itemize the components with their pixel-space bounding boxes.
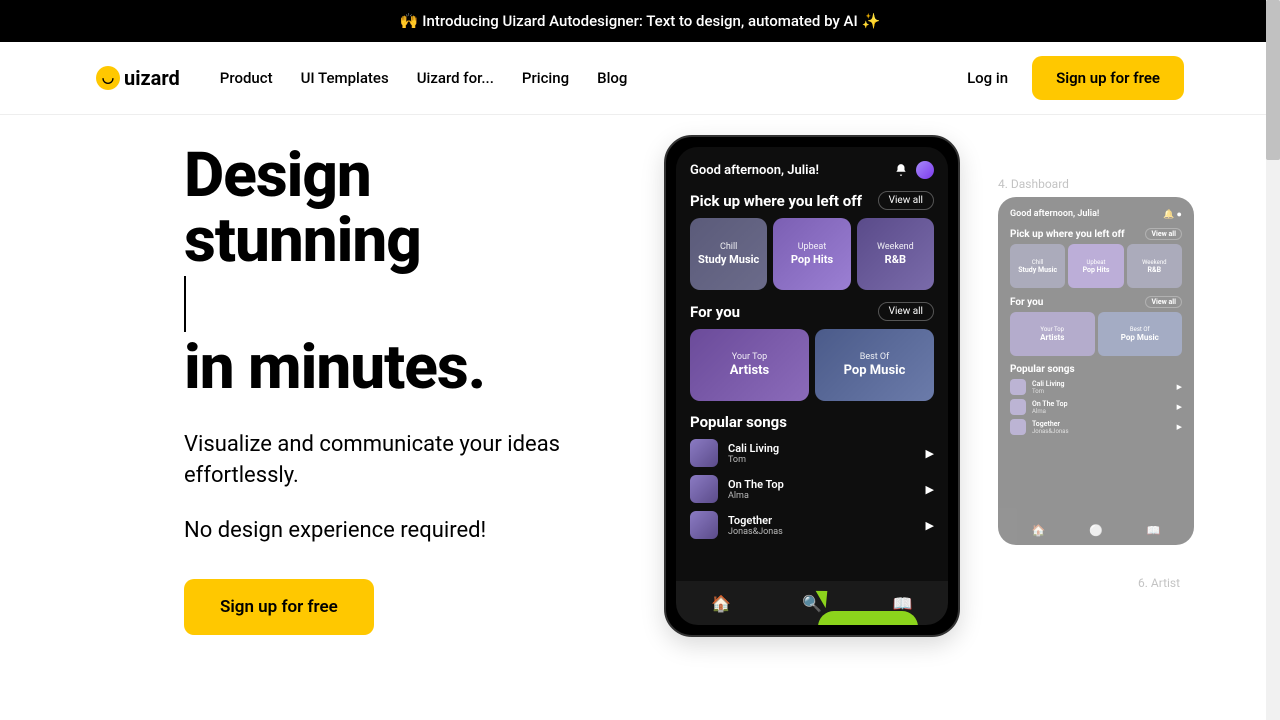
bell-icon bbox=[894, 163, 908, 177]
pickup-cards: ChillStudy Music UpbeatPop Hits WeekendR… bbox=[690, 218, 934, 290]
home-icon[interactable]: 🏠 bbox=[711, 594, 731, 613]
nav-blog[interactable]: Blog bbox=[597, 69, 627, 87]
play-icon: ▶ bbox=[1177, 403, 1182, 411]
user-tag bbox=[818, 611, 918, 625]
play-icon: ▶ bbox=[1177, 423, 1182, 431]
sp-bottom-nav: 🏠 ⚪ 📖 bbox=[1010, 524, 1182, 537]
sp-icons: 🔔 ● bbox=[1163, 209, 1182, 220]
nav-templates[interactable]: UI Templates bbox=[301, 69, 389, 87]
sp-cards3: ChillStudy Music UpbeatPop Hits WeekendR… bbox=[1010, 244, 1182, 288]
sketch-area: 4. Dashboard Good afternoon, Julia!🔔 ● P… bbox=[998, 135, 1184, 637]
sp-card: UpbeatPop Hits bbox=[1068, 244, 1123, 288]
foryou-title: For you bbox=[690, 303, 740, 321]
card-pop[interactable]: UpbeatPop Hits bbox=[773, 218, 850, 290]
logo-text: uizard bbox=[124, 66, 180, 90]
login-link[interactable]: Log in bbox=[967, 69, 1008, 87]
foryou-cards: Your TopArtists Best OfPop Music bbox=[690, 329, 934, 401]
song-text: Cali LivingTom bbox=[728, 442, 916, 465]
sp-card2: Best OfPop Music bbox=[1098, 312, 1183, 356]
play-icon[interactable]: ▶ bbox=[926, 483, 934, 496]
sketch-phone: Good afternoon, Julia!🔔 ● Pick up where … bbox=[998, 197, 1194, 545]
typing-cursor-icon bbox=[184, 276, 186, 332]
song-text: TogetherJonas&Jonas bbox=[728, 514, 916, 537]
scroll-thumb[interactable] bbox=[1266, 0, 1280, 160]
nav-right: Log in Sign up for free bbox=[967, 56, 1184, 100]
hero-title-line3: in minutes. bbox=[184, 335, 604, 400]
logo-icon: ◡ bbox=[96, 66, 120, 90]
sp-cards2: Your TopArtists Best OfPop Music bbox=[1010, 312, 1182, 356]
play-icon[interactable]: ▶ bbox=[926, 519, 934, 532]
hero-subtitle-1: Visualize and communicate your ideas eff… bbox=[184, 430, 604, 492]
pickup-viewall[interactable]: View all bbox=[878, 191, 934, 210]
hero-cta-button[interactable]: Sign up for free bbox=[184, 579, 374, 635]
card-artists[interactable]: Your TopArtists bbox=[690, 329, 809, 401]
section-pickup-head: Pick up where you left off View all bbox=[690, 191, 934, 210]
sketch-label-dashboard: 4. Dashboard bbox=[998, 177, 1069, 191]
sp-sec3: Popular songs bbox=[1010, 364, 1182, 375]
sketch-label-artist: 6. Artist bbox=[1138, 576, 1180, 590]
sp-sec2: For youView all bbox=[1010, 296, 1182, 308]
nav-pricing[interactable]: Pricing bbox=[522, 69, 569, 87]
play-icon[interactable]: ▶ bbox=[926, 447, 934, 460]
logo[interactable]: ◡ uizard bbox=[96, 66, 180, 90]
section-foryou-head: For you View all bbox=[690, 302, 934, 321]
announcement-bar[interactable]: 🙌 Introducing Uizard Autodesigner: Text … bbox=[0, 0, 1280, 42]
home-icon: 🏠 bbox=[1032, 524, 1046, 537]
hero-visual: Good afternoon, Julia! Pick up where you… bbox=[664, 135, 1184, 637]
toggle-icon: ⚪ bbox=[1089, 524, 1103, 537]
card-rnb[interactable]: WeekendR&B bbox=[857, 218, 934, 290]
typing-cursor-line bbox=[184, 273, 604, 335]
greeting-text: Good afternoon, Julia! bbox=[690, 163, 819, 178]
main-nav: ◡ uizard Product UI Templates Uizard for… bbox=[0, 42, 1280, 115]
sp-card: WeekendR&B bbox=[1127, 244, 1182, 288]
scrollbar[interactable] bbox=[1266, 0, 1280, 720]
sp-card2: Your TopArtists bbox=[1010, 312, 1095, 356]
sp-song: TogetherJonas&Jonas▶ bbox=[1010, 419, 1182, 435]
song-row[interactable]: Cali LivingTom ▶ bbox=[690, 439, 934, 467]
foryou-viewall[interactable]: View all bbox=[878, 302, 934, 321]
song-art-icon bbox=[690, 511, 718, 539]
hero-subtitle-2: No design experience required! bbox=[184, 518, 604, 543]
song-art-icon bbox=[690, 439, 718, 467]
signup-button[interactable]: Sign up for free bbox=[1032, 56, 1184, 100]
hero-title-line1: Design bbox=[184, 143, 604, 208]
nav-links: Product UI Templates Uizard for... Prici… bbox=[220, 69, 628, 87]
pickup-title: Pick up where you left off bbox=[690, 192, 862, 210]
play-icon: ▶ bbox=[1177, 383, 1182, 391]
song-row[interactable]: TogetherJonas&Jonas ▶ bbox=[690, 511, 934, 539]
song-row[interactable]: On The TopAlma ▶ bbox=[690, 475, 934, 503]
hero-title-line2: stunning bbox=[184, 208, 604, 273]
song-art-icon bbox=[690, 475, 718, 503]
greeting-row: Good afternoon, Julia! bbox=[690, 161, 934, 179]
library-icon[interactable]: 📖 bbox=[893, 594, 913, 613]
song-text: On The TopAlma bbox=[728, 478, 916, 501]
nav-for[interactable]: Uizard for... bbox=[417, 69, 494, 87]
nav-product[interactable]: Product bbox=[220, 69, 273, 87]
sp-greeting: Good afternoon, Julia!🔔 ● bbox=[1010, 209, 1182, 220]
hero-title: Design stunning in minutes. bbox=[184, 143, 604, 400]
popular-title: Popular songs bbox=[690, 413, 934, 431]
card-study[interactable]: ChillStudy Music bbox=[690, 218, 767, 290]
phone-mockup: Good afternoon, Julia! Pick up where you… bbox=[664, 135, 960, 637]
library-icon: 📖 bbox=[1146, 524, 1160, 537]
greeting-icons bbox=[894, 161, 934, 179]
sp-song: Cali LivingTom▶ bbox=[1010, 379, 1182, 395]
sp-card: ChillStudy Music bbox=[1010, 244, 1065, 288]
card-popmusic[interactable]: Best OfPop Music bbox=[815, 329, 934, 401]
hero-section: Design stunning in minutes. Visualize an… bbox=[0, 115, 1280, 637]
sp-sec1: Pick up where you left offView all bbox=[1010, 228, 1182, 240]
hero-copy: Design stunning in minutes. Visualize an… bbox=[184, 135, 604, 637]
sp-song: On The TopAlma▶ bbox=[1010, 399, 1182, 415]
avatar-icon bbox=[916, 161, 934, 179]
phone-screen: Good afternoon, Julia! Pick up where you… bbox=[676, 147, 948, 625]
